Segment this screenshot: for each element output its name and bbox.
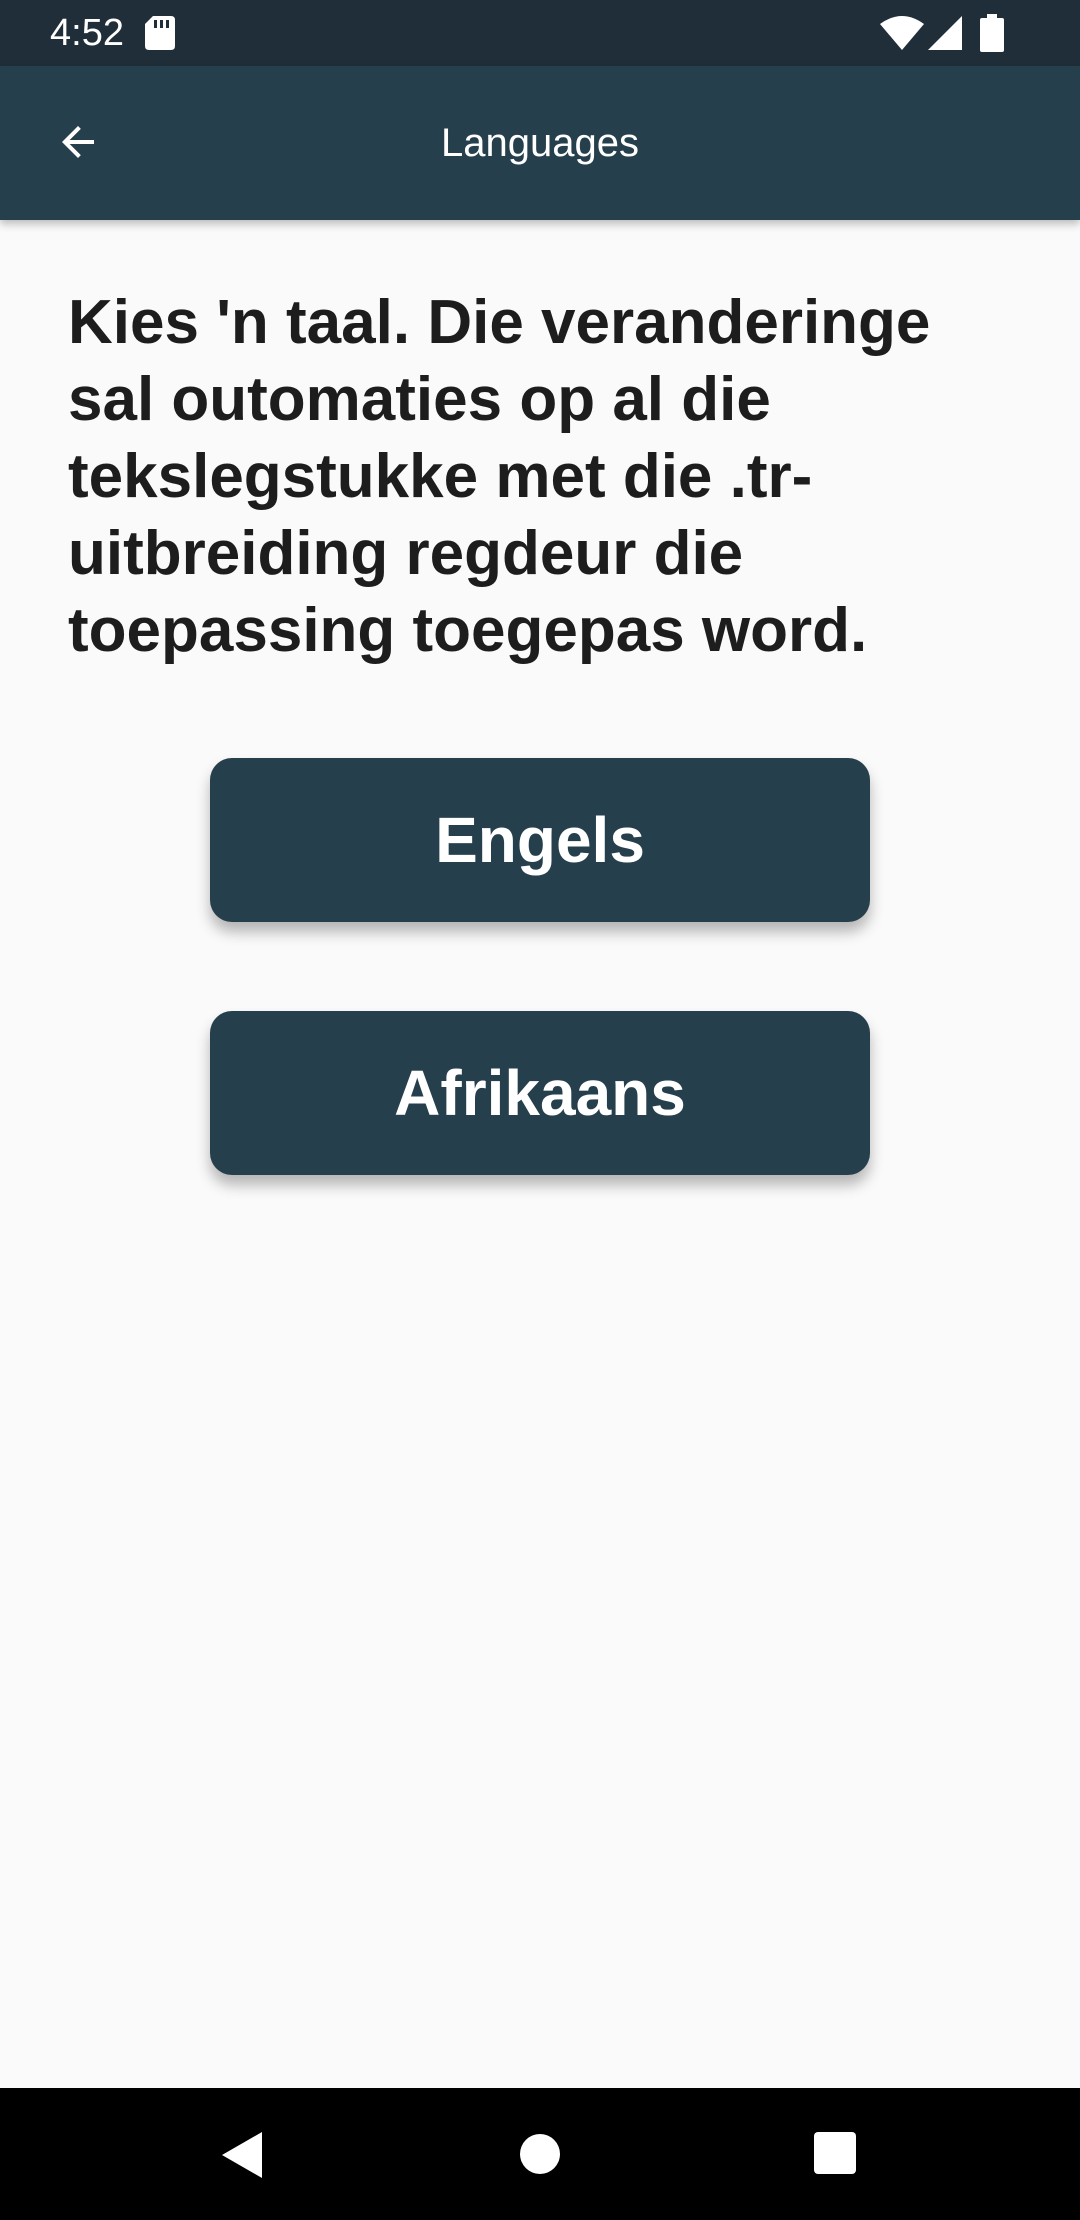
afrikaans-language-button[interactable]: Afrikaans xyxy=(210,1011,870,1175)
language-description: Kies 'n taal. Die veranderinge sal outom… xyxy=(68,288,931,665)
wifi-icon xyxy=(880,16,924,50)
back-triangle-icon[interactable] xyxy=(218,2130,268,2180)
english-language-button[interactable]: Engels xyxy=(210,758,870,922)
status-bar: 4:52 xyxy=(0,0,1080,66)
recents-square-icon[interactable] xyxy=(812,2130,858,2176)
home-circle-icon[interactable] xyxy=(516,2130,564,2178)
battery-icon xyxy=(980,14,1004,52)
status-time: 4:52 xyxy=(50,12,124,54)
page-title: Languages xyxy=(441,120,639,165)
system-nav-bar xyxy=(0,2088,1080,2220)
signal-icon xyxy=(928,16,962,50)
app-bar: Languages xyxy=(0,66,1080,220)
sd-card-icon xyxy=(145,16,175,50)
